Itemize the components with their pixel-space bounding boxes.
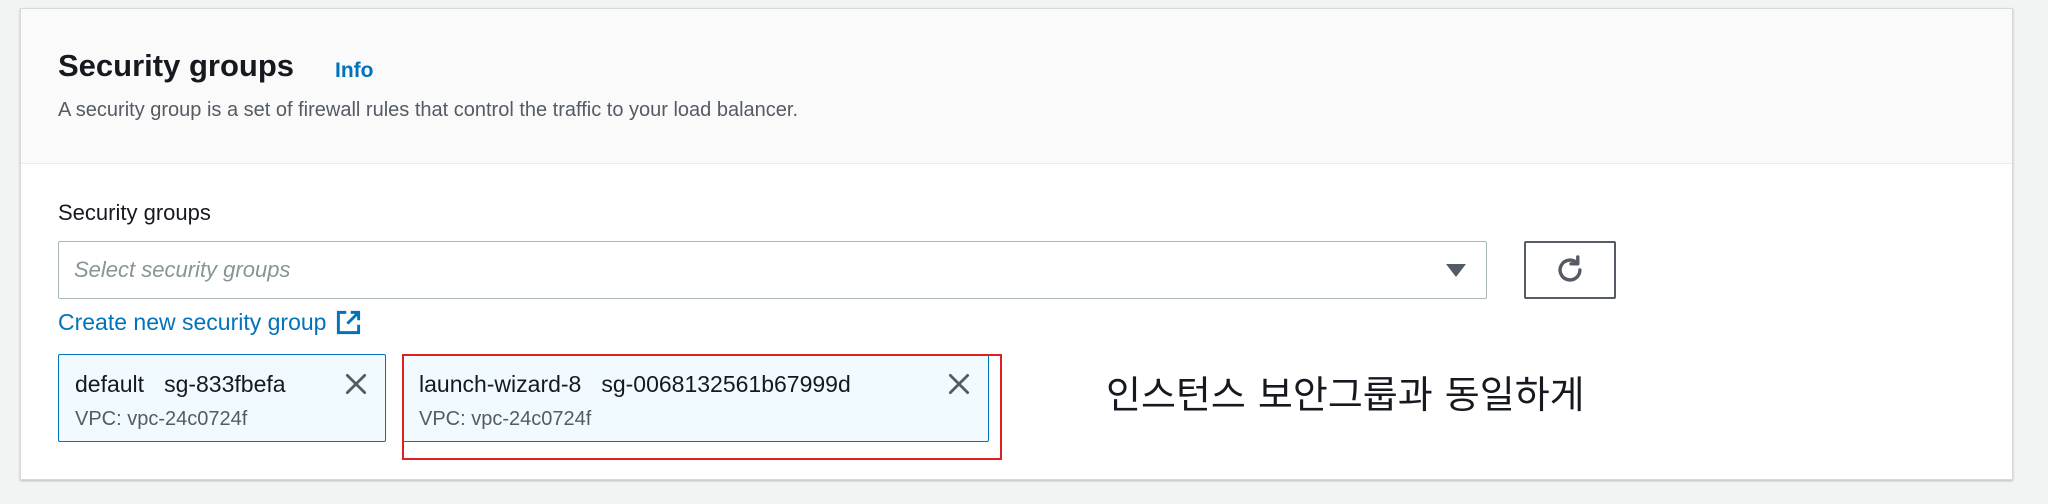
token-title: default sg-833fbefa	[75, 373, 286, 396]
annotation-text: 인스턴스 보안그룹과 동일하게	[1106, 373, 1585, 417]
create-security-group-link[interactable]: Create new security group	[58, 309, 362, 337]
refresh-button[interactable]	[1524, 241, 1616, 299]
refresh-icon	[1558, 255, 1582, 282]
close-icon[interactable]	[343, 371, 369, 397]
security-groups-label: Security groups	[58, 200, 211, 225]
security-groups-panel: Security groups Info A security group is…	[20, 8, 2013, 480]
security-groups-select[interactable]: Select security groups	[58, 241, 1487, 299]
external-link-icon	[337, 311, 361, 335]
caret-down-icon	[1446, 264, 1466, 277]
highlight-box	[402, 354, 1002, 460]
create-link-label: Create new security group	[58, 309, 327, 335]
section-description: A security group is a set of firewall ru…	[58, 99, 799, 121]
info-link[interactable]: Info	[335, 60, 373, 81]
security-group-token: default sg-833fbefa VPC: vpc-24c0724f	[58, 354, 386, 442]
select-placeholder: Select security groups	[74, 257, 291, 282]
section-title: Security groups	[58, 48, 294, 83]
token-id: sg-833fbefa	[164, 371, 286, 397]
token-vpc: VPC: vpc-24c0724f	[75, 408, 248, 430]
token-name: default	[75, 371, 145, 397]
panel-header: Security groups Info A security group is…	[21, 9, 2012, 164]
